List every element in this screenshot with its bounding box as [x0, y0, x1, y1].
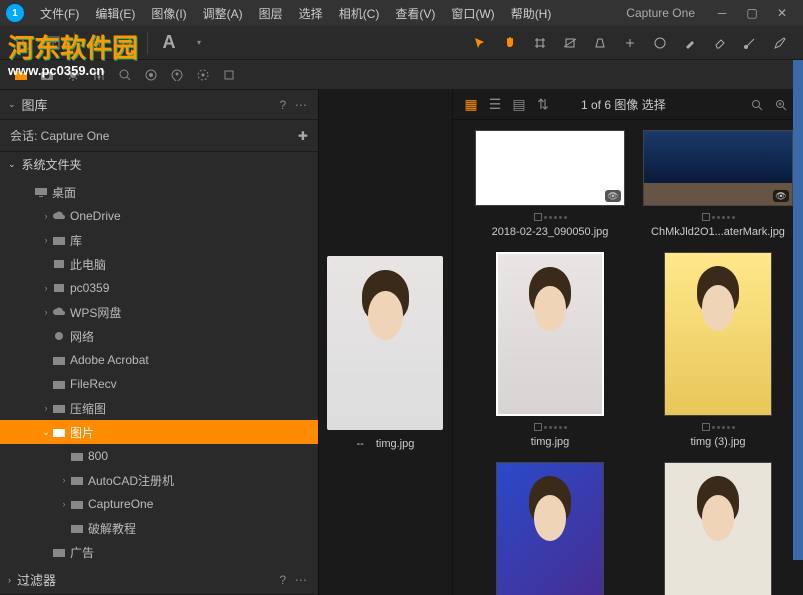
tree-item[interactable]: Adobe Acrobat [0, 348, 318, 372]
menu-item[interactable]: 图像(I) [143, 5, 194, 22]
tree-item[interactable]: ›WPS网盘 [0, 300, 318, 324]
gradient-tool[interactable] [737, 30, 763, 56]
tree-item[interactable]: 破解教程 [0, 516, 318, 540]
library-panel-header[interactable]: ⌄ 图库 ? ⋯ [0, 90, 318, 120]
undo-button[interactable] [83, 30, 109, 56]
right-edge-strip [793, 60, 803, 560]
close-button[interactable]: ✕ [773, 6, 791, 20]
tree-item[interactable]: 桌面 [0, 180, 318, 204]
left-panel: ⌄ 图库 ? ⋯ 会话: Capture One ✚ ⌄ 系统文件夹 桌面›On… [0, 90, 318, 595]
tree-item[interactable]: ›CaptureOne [0, 492, 318, 516]
tree-item[interactable]: ›压缩图 [0, 396, 318, 420]
system-folders-header[interactable]: ⌄ 系统文件夹 [0, 152, 318, 176]
import-button[interactable] [10, 30, 36, 56]
more-icon[interactable]: ⋯ [292, 98, 310, 112]
text-tool-button[interactable]: A [156, 30, 182, 56]
annotate-tool[interactable] [767, 30, 793, 56]
help-icon[interactable]: ? [274, 573, 292, 587]
brush-tool[interactable] [677, 30, 703, 56]
selection-status: 1 of 6 图像 选择 [581, 96, 666, 113]
search-icon[interactable] [747, 95, 767, 115]
eraser-tool[interactable] [707, 30, 733, 56]
tree-item[interactable]: ⌄图片 [0, 420, 318, 444]
batch-tab-icon[interactable] [218, 64, 240, 86]
preview-filename: timg.jpg [376, 438, 415, 450]
adjust-tab-icon[interactable] [88, 64, 110, 86]
crop-tool[interactable] [527, 30, 553, 56]
menu-item[interactable]: 选择 [291, 5, 331, 22]
color-tab-icon[interactable] [140, 64, 162, 86]
tree-item[interactable]: 广告 [0, 540, 318, 564]
tree-item[interactable]: 网络 [0, 324, 318, 348]
redo-button[interactable] [113, 30, 139, 56]
tree-item[interactable]: ›库 [0, 228, 318, 252]
menu-bar: 1 文件(F)编辑(E)图像(I)调整(A)图层选择相机(C)查看(V)窗口(W… [0, 0, 803, 26]
folder-tree: 桌面›OneDrive›库此电脑›pc0359›WPS网盘网络Adobe Acr… [0, 176, 318, 565]
thumbnail-cell[interactable]: 👁2018-02-23_090050.jpg [475, 130, 625, 238]
menu-item[interactable]: 窗口(W) [443, 5, 502, 22]
chevron-down-icon: ⌄ [8, 99, 16, 110]
preview-eye-icon[interactable]: 👁 [773, 190, 789, 202]
tool-tabs [0, 60, 803, 90]
loupe-tool[interactable] [647, 30, 673, 56]
exposure-tab-icon[interactable] [62, 64, 84, 86]
menu-item[interactable]: 帮助(H) [503, 5, 560, 22]
tree-item[interactable]: ›AutoCAD注册机 [0, 468, 318, 492]
zoom-icon[interactable] [771, 95, 791, 115]
more-icon[interactable]: ⋯ [292, 573, 310, 587]
hand-tool[interactable] [497, 30, 523, 56]
tree-item[interactable]: FileRecv [0, 372, 318, 396]
preview-image[interactable] [327, 256, 443, 430]
add-session-icon[interactable]: ✚ [298, 129, 308, 143]
spot-tool[interactable] [617, 30, 643, 56]
tree-item[interactable]: ›pc0359 [0, 276, 318, 300]
thumbnail-cell[interactable] [475, 462, 625, 595]
browser-panel: ▦ ☰ ▤ ⇅ 1 of 6 图像 选择 👁2018-02-23_090050.… [453, 90, 803, 595]
app-logo-icon: 1 [6, 4, 24, 22]
tree-item[interactable]: ›OneDrive [0, 204, 318, 228]
list-view-icon[interactable]: ☰ [485, 95, 505, 115]
menu-item[interactable]: 查看(V) [387, 5, 443, 22]
help-icon[interactable]: ? [274, 98, 292, 112]
sort-icon[interactable]: ⇅ [533, 95, 553, 115]
thumbnail-cell[interactable]: timg (3).jpg [643, 252, 793, 448]
export-button[interactable] [40, 30, 66, 56]
menu-item[interactable]: 图层 [251, 5, 291, 22]
details-tab-icon[interactable] [114, 64, 136, 86]
thumbnail-cell[interactable] [643, 462, 793, 595]
keystone-tool[interactable] [587, 30, 613, 56]
minimize-button[interactable]: ─ [713, 6, 731, 20]
library-tab-icon[interactable] [10, 64, 32, 86]
output-tab-icon[interactable] [192, 64, 214, 86]
preview-eye-icon[interactable]: 👁 [605, 190, 621, 202]
metadata-tab-icon[interactable] [166, 64, 188, 86]
session-row[interactable]: 会话: Capture One ✚ [0, 120, 318, 152]
filters-panel-header[interactable]: › 过滤器 ? ⋯ [0, 565, 318, 595]
app-title: Capture One [626, 6, 695, 20]
chevron-right-icon: › [8, 575, 11, 585]
capture-tab-icon[interactable] [36, 64, 58, 86]
menu-item[interactable]: 调整(A) [195, 5, 251, 22]
maximize-button[interactable]: ▢ [743, 6, 761, 20]
filmstrip-view-icon[interactable]: ▤ [509, 95, 529, 115]
browser-toolbar: ▦ ☰ ▤ ⇅ 1 of 6 图像 选择 [453, 90, 803, 120]
straighten-tool[interactable] [557, 30, 583, 56]
thumbnail-grid: 👁2018-02-23_090050.jpg👁ChMkJld2O1...ater… [453, 120, 803, 595]
menu-item[interactable]: 相机(C) [331, 5, 388, 22]
tree-item[interactable]: 此电脑 [0, 252, 318, 276]
rating-marker: -- [357, 438, 364, 450]
thumbnail-cell[interactable]: 👁ChMkJld2O1...aterMark.jpg [643, 130, 793, 238]
thumbnail-cell[interactable]: timg.jpg [475, 252, 625, 448]
menu-item[interactable]: 编辑(E) [87, 5, 143, 22]
main-toolbar: A ▾ [0, 26, 803, 60]
viewer-panel: -- timg.jpg [318, 90, 453, 595]
tree-item[interactable]: 800 [0, 444, 318, 468]
cursor-tool[interactable] [467, 30, 493, 56]
grid-view-icon[interactable]: ▦ [461, 95, 481, 115]
menu-item[interactable]: 文件(F) [32, 5, 87, 22]
